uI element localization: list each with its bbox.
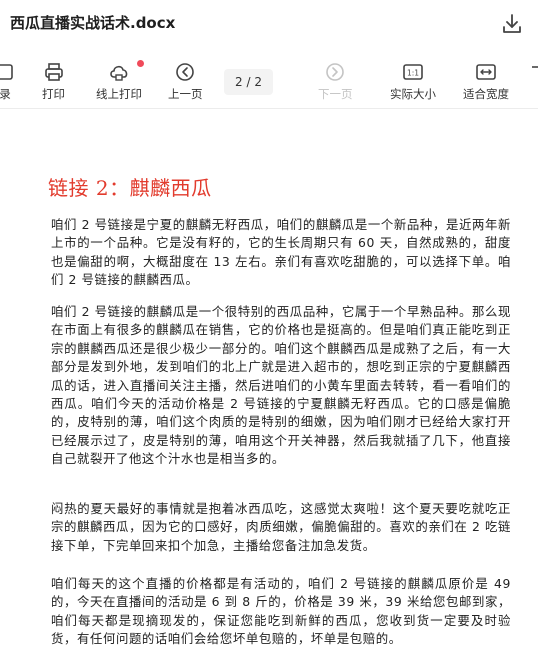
more-tool-icon (532, 66, 538, 68)
paragraph: 闷热的夏天最好的事情就是抱着冰西瓜吃，这感觉太爽啦！这个夏天要吃就吃正宗的麒麟西… (51, 501, 511, 553)
next-page-label: 下一页 (318, 87, 353, 101)
printer-icon (44, 63, 63, 81)
paragraph: 咱们 2 号链接是宁夏的麒麟无籽西瓜，咱们的麒麟瓜是一个新品种，是近两年新上市的… (51, 217, 511, 288)
catalog-icon (0, 64, 13, 80)
next-page-icon (326, 63, 345, 81)
document-title: 西瓜直播实战话术.docx (10, 14, 176, 32)
fit-width-button[interactable]: 适合宽度 (463, 62, 509, 106)
catalog-label: 录 (0, 87, 11, 101)
online-print-label: 线上打印 (96, 87, 142, 101)
paragraph: 咱们每天的这个直播的价格都是有活动的，咱们 2 号链接的麒麟瓜原价是 49 的，… (51, 576, 511, 647)
title-bar: 西瓜直播实战话术.docx (0, 0, 538, 48)
fit-width-label: 适合宽度 (463, 87, 509, 101)
fit-width-icon (476, 64, 496, 80)
prev-page-icon (176, 63, 195, 81)
online-print-button[interactable]: 线上打印 (96, 62, 142, 106)
print-label: 打印 (42, 87, 65, 101)
download-button[interactable] (500, 12, 524, 36)
cloud-print-icon (110, 65, 128, 81)
prev-page-label: 上一页 (168, 87, 203, 101)
notification-badge (137, 60, 144, 67)
actual-size-icon: 1:1 (403, 64, 423, 80)
page-indicator[interactable]: 2 / 2 (224, 69, 273, 95)
download-icon (503, 14, 521, 33)
actual-size-label: 实际大小 (390, 87, 436, 101)
actual-size-button[interactable]: 1:1 实际大小 (390, 62, 436, 106)
print-button[interactable]: 打印 (42, 62, 65, 106)
document-viewer: 西瓜直播实战话术.docx 录 打印 线上打印 上一页 下一页 1:1 实际大小… (0, 0, 538, 662)
document-content: 链接 2：麒麟西瓜 咱们 2 号链接是宁夏的麒麟无籽西瓜，咱们的麒麟瓜是一个新品… (0, 110, 538, 662)
section-heading: 链接 2：麒麟西瓜 (48, 176, 212, 200)
more-tool-button[interactable] (530, 62, 538, 106)
prev-page-button[interactable]: 上一页 (168, 62, 203, 106)
catalog-button[interactable]: 录 (0, 62, 16, 106)
next-page-button[interactable]: 下一页 (318, 62, 353, 106)
paragraph: 咱们 2 号链接的麒麟瓜是一个很特别的西瓜品种，它属于一个早熟品种。那么现在市面… (51, 304, 511, 467)
actual-size-icon-text: 1:1 (407, 69, 419, 78)
